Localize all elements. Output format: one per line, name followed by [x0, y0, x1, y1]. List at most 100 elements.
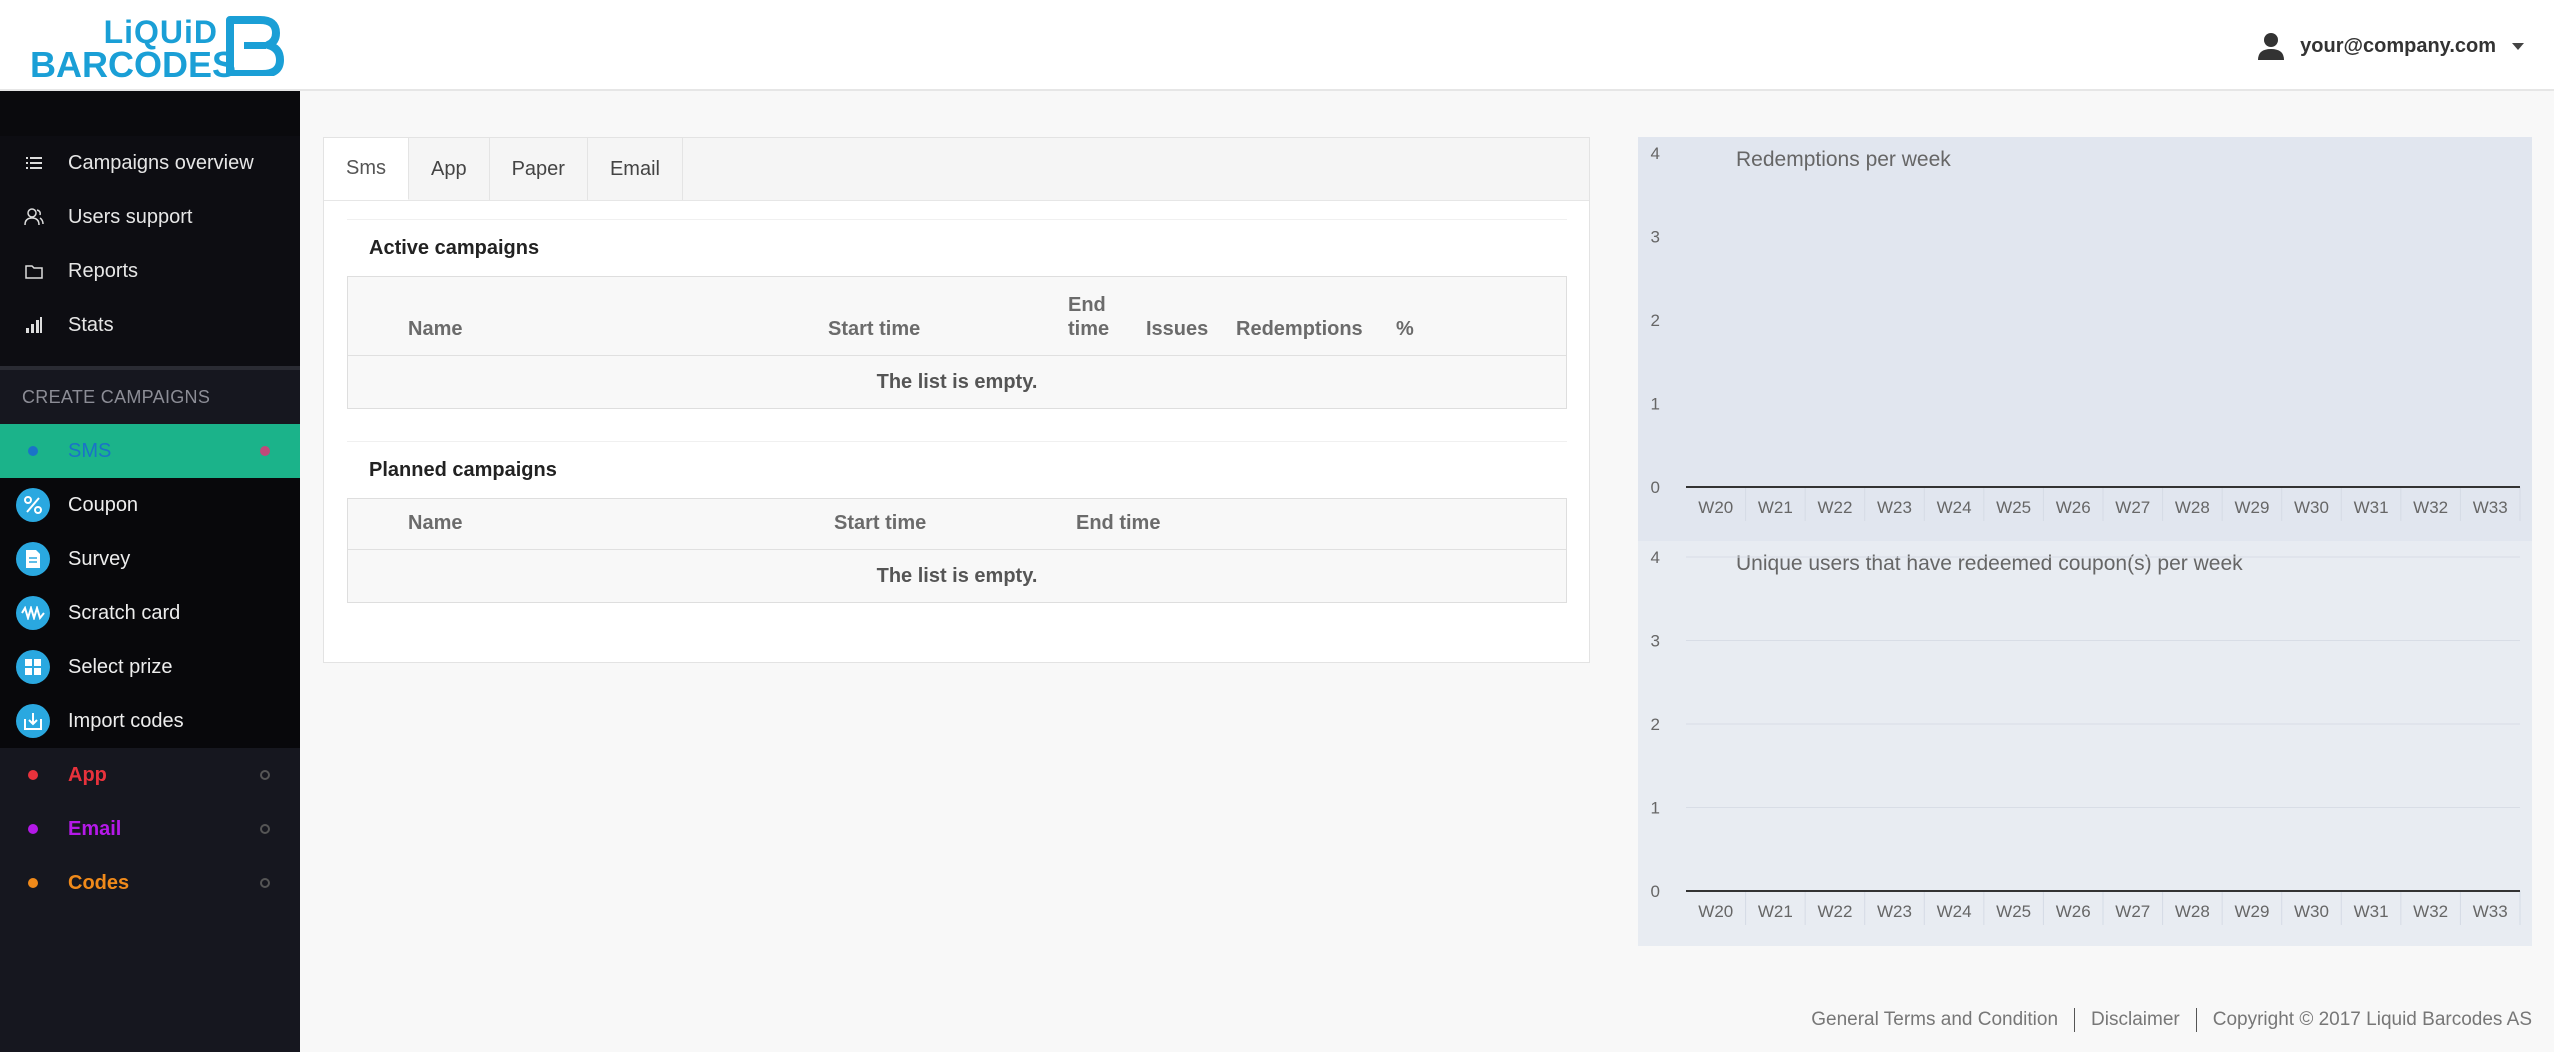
x-tick-label: W27 [2115, 498, 2150, 517]
submenu-label: Select prize [68, 655, 173, 678]
col-end-time[interactable]: End time [1068, 293, 1146, 355]
campaign-type-codes[interactable]: Codes [0, 856, 300, 910]
x-tick-label: W29 [2234, 498, 2269, 517]
redemptions-chart: Redemptions per week 0 1 2 3 4 W20 W21 W22 W23 W24… [1638, 137, 2532, 542]
y-tick-label: 1 [1651, 799, 1660, 818]
footer-divider [2195, 1008, 2197, 1032]
chevron-down-icon [2512, 42, 2524, 50]
x-tick-label: W32 [2413, 498, 2448, 517]
nav-label: Campaigns overview [68, 151, 254, 174]
col-name[interactable]: Name [408, 318, 828, 355]
active-campaigns-title: Active campaigns [347, 219, 1567, 276]
radio-icon[interactable] [260, 824, 270, 834]
document-icon [16, 542, 50, 576]
col-name[interactable]: Name [408, 512, 834, 549]
footer: General Terms and Condition Disclaimer C… [1811, 1008, 2532, 1032]
active-campaigns-table: Name Start time End time Issues Redempti… [347, 276, 1567, 409]
radio-icon[interactable] [260, 878, 270, 888]
empty-list-message: The list is empty. [876, 370, 1038, 393]
copyright-text: Copyright © 2017 Liquid Barcodes AS [2212, 1009, 2532, 1030]
logo-text: LiQUiD BARCODES [30, 14, 236, 85]
submenu-coupon[interactable]: Coupon [0, 478, 300, 532]
disclaimer-link[interactable]: Disclaimer [2091, 1009, 2180, 1031]
campaign-type-email[interactable]: Email [0, 802, 300, 856]
footer-divider [2074, 1008, 2076, 1032]
email-dot-icon [28, 824, 38, 834]
other-campaign-types: App Email Codes [0, 748, 300, 910]
top-bar: LiQUiD BARCODES your@company.com [0, 0, 2554, 91]
active-campaigns-section: Active campaigns Name Start time End tim… [347, 219, 1567, 409]
x-tick-label: W20 [1698, 498, 1733, 517]
col-start-time[interactable]: Start time [828, 318, 1068, 355]
nav-stats[interactable]: Stats [0, 298, 300, 352]
campaign-type-app[interactable]: App [0, 748, 300, 802]
y-tick-label: 4 [1651, 548, 1660, 567]
col-issues[interactable]: Issues [1146, 318, 1236, 355]
submenu-select-prize[interactable]: Select prize [0, 640, 300, 694]
terms-link[interactable]: General Terms and Condition [1811, 1009, 2058, 1031]
x-tick-label: W24 [1937, 902, 1972, 921]
user-menu[interactable]: your@company.com [2256, 28, 2524, 64]
tab-paper[interactable]: Paper [490, 138, 588, 200]
main-nav: Campaigns overview Users support Reports… [0, 136, 300, 366]
tab-app[interactable]: App [409, 138, 490, 200]
nav-users-support[interactable]: Users support [0, 190, 300, 244]
tab-sms[interactable]: Sms [324, 138, 409, 200]
radio-icon[interactable] [260, 770, 270, 780]
x-tick-label: W30 [2294, 498, 2329, 517]
submenu-label: Import codes [68, 709, 184, 732]
x-tick-label: W25 [1996, 902, 2031, 921]
campaign-tabs: Sms App Paper Email [324, 138, 1589, 201]
campaign-type-label: SMS [68, 439, 112, 462]
sidebar: Campaigns overview Users support Reports… [0, 91, 300, 1052]
x-tick-label: W28 [2175, 498, 2210, 517]
import-icon [16, 704, 50, 738]
submenu-import-codes[interactable]: Import codes [0, 694, 300, 748]
x-tick-label: W21 [1758, 498, 1793, 517]
col-redemptions[interactable]: Redemptions [1236, 318, 1396, 355]
app-dot-icon [28, 770, 38, 780]
brand-logo[interactable]: LiQUiD BARCODES [30, 14, 290, 85]
y-tick-label: 1 [1651, 395, 1660, 414]
col-percent[interactable]: % [1396, 318, 1436, 355]
col-start-time[interactable]: Start time [834, 512, 1076, 549]
bar-chart-icon [24, 315, 44, 335]
x-tick-label: W31 [2354, 498, 2389, 517]
y-tick-label: 3 [1651, 632, 1660, 651]
y-tick-label: 4 [1651, 144, 1660, 163]
nav-reports[interactable]: Reports [0, 244, 300, 298]
chart-background [1638, 541, 2532, 946]
chart-title: Redemptions per week [1736, 148, 1951, 171]
tab-email[interactable]: Email [588, 138, 683, 200]
x-tick-label: W33 [2473, 498, 2508, 517]
submenu-survey[interactable]: Survey [0, 532, 300, 586]
campaign-type-label: App [68, 763, 107, 786]
x-tick-label: W28 [2175, 902, 2210, 921]
planned-campaigns-section: Planned campaigns Name Start time End ti… [347, 441, 1567, 603]
logo-mark-icon [226, 16, 284, 76]
redemptions-chart-svg: Redemptions per week 0 1 2 3 4 W20 W21 W22 W23 W24… [1638, 137, 2532, 542]
y-tick-label: 2 [1651, 715, 1660, 734]
x-tick-label: W26 [2056, 902, 2091, 921]
nav-label: Users support [68, 205, 193, 228]
planned-campaigns-table: Name Start time End time The list is emp… [347, 498, 1567, 603]
col-end-time[interactable]: End time [1076, 512, 1276, 549]
col-end-time-line2: time [1068, 318, 1110, 340]
campaign-type-label: Email [68, 817, 122, 840]
y-tick-label: 0 [1651, 478, 1660, 497]
campaign-type-sms[interactable]: SMS [0, 424, 300, 478]
sidebar-top-strip [0, 91, 300, 136]
table-header: Name Start time End time [348, 499, 1566, 550]
x-tick-label: W23 [1877, 498, 1912, 517]
x-tick-label: W26 [2056, 498, 2091, 517]
y-tick-label: 3 [1651, 228, 1660, 247]
x-tick-label: W27 [2115, 902, 2150, 921]
campaign-type-label: Codes [68, 871, 130, 894]
submenu-label: Scratch card [68, 601, 181, 624]
x-tick-label: W20 [1698, 902, 1733, 921]
users-icon [24, 207, 44, 227]
x-tick-label: W24 [1937, 498, 1972, 517]
planned-campaigns-title: Planned campaigns [347, 441, 1567, 498]
nav-campaigns-overview[interactable]: Campaigns overview [0, 136, 300, 190]
submenu-scratch-card[interactable]: Scratch card [0, 586, 300, 640]
